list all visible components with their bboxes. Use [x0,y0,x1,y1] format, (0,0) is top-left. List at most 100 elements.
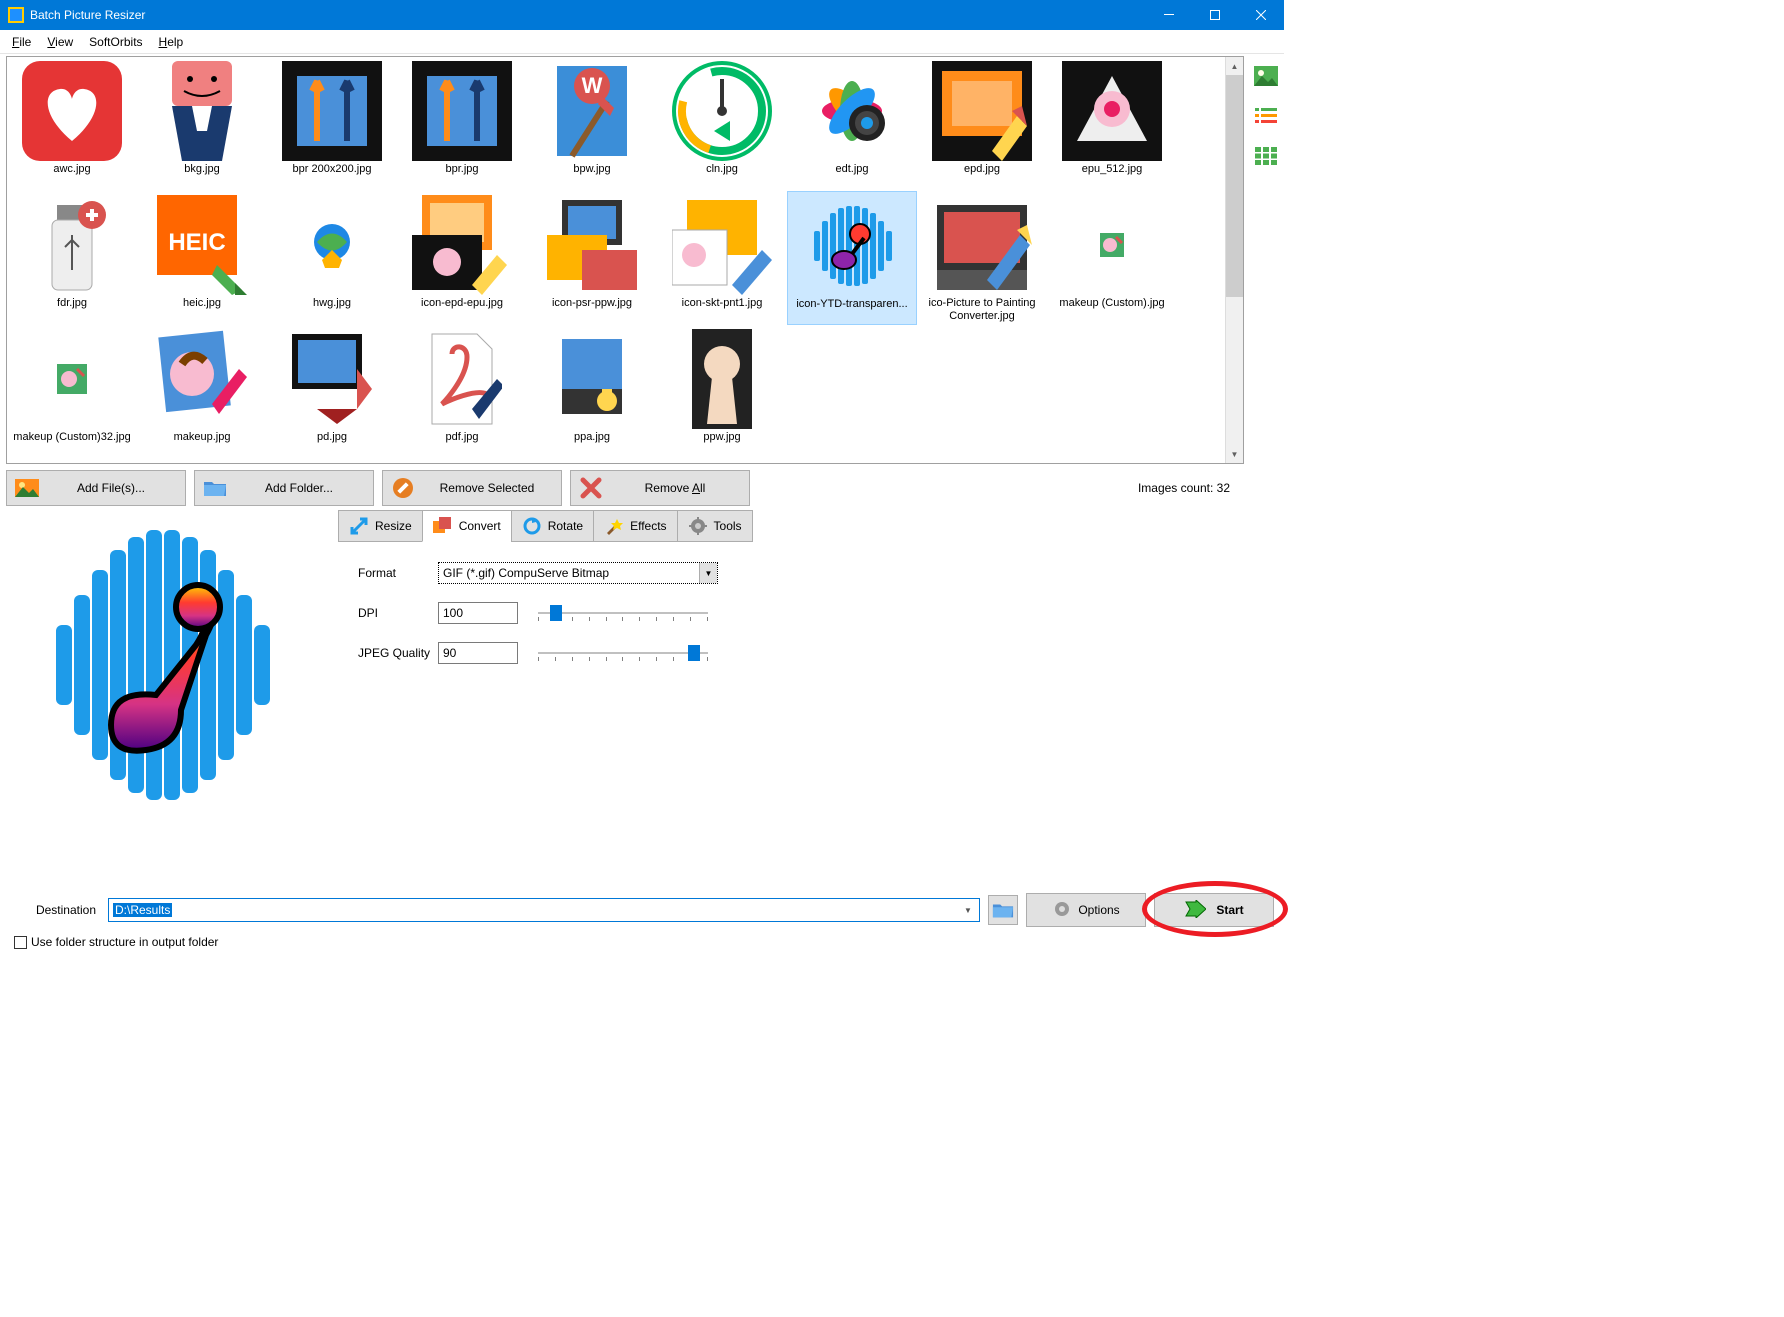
thumbnail-item[interactable]: awc.jpg [7,57,137,191]
app-icon [8,7,24,23]
scroll-up-button[interactable]: ▲ [1226,57,1243,75]
thumbnail-item[interactable]: cln.jpg [657,57,787,191]
image-icon [15,476,39,500]
thumbnail-label: hwg.jpg [313,297,351,310]
title-bar: Batch Picture Resizer [0,0,1284,30]
jpeg-quality-input[interactable]: 90 [438,642,518,664]
thumbnail-item[interactable]: HEICheic.jpg [137,191,267,325]
thumbnail-image [412,195,512,295]
thumbnail-image [802,196,902,296]
view-mode-buttons [1248,54,1284,820]
view-thumbnails-button[interactable] [1252,64,1280,88]
thumbnail-gallery[interactable]: awc.jpgbkg.jpgbpr 200x200.jpg bpr.jpg Wbpw… [6,56,1244,464]
thumbnail-image [282,329,382,429]
jpeg-quality-slider[interactable] [538,643,708,663]
thumbnail-item[interactable]: epu_512.jpg [1047,57,1177,191]
thumbnail-item[interactable]: edt.jpg [787,57,917,191]
thumbnail-label: pdf.jpg [445,431,478,444]
thumbnail-item[interactable]: fdr.jpg [7,191,137,325]
thumbnail-item[interactable]: icon-skt-pnt1.jpg [657,191,787,325]
remove-selected-label: Remove Selected [421,481,553,495]
rotate-icon [522,516,542,536]
tab-resize[interactable]: Resize [338,510,423,542]
thumbnail-item[interactable]: icon-YTD-transparen... [787,191,917,325]
start-button[interactable]: Start [1154,893,1274,927]
tab-resize-label: Resize [375,519,412,533]
window-title: Batch Picture Resizer [30,8,1146,22]
use-folder-structure-checkbox[interactable] [14,936,27,949]
tab-tools[interactable]: Tools [677,510,753,542]
thumbnail-image [152,61,252,161]
menu-file[interactable]: File [4,33,39,51]
start-arrow-icon [1184,900,1206,921]
thumbnail-item[interactable]: icon-psr-ppw.jpg [527,191,657,325]
start-label: Start [1216,903,1243,917]
thumbnail-item[interactable]: makeup (Custom)32.jpg [7,325,137,459]
close-button[interactable] [1238,0,1284,30]
tab-tools-label: Tools [714,519,742,533]
tab-effects[interactable]: Effects [593,510,677,542]
thumbnail-image [672,61,772,161]
remove-icon [391,476,415,500]
remove-all-button[interactable]: Remove All [570,470,750,506]
add-files-button[interactable]: Add File(s)... [6,470,186,506]
thumbnail-image [22,61,122,161]
thumbnail-item[interactable]: epd.jpg [917,57,1047,191]
add-folder-button[interactable]: Add Folder... [194,470,374,506]
thumbnail-item[interactable]: makeup.jpg [137,325,267,459]
minimize-button[interactable] [1146,0,1192,30]
thumbnail-image [1062,195,1162,295]
thumbnail-item[interactable]: ppa.jpg [527,325,657,459]
thumbnail-item[interactable]: icon-epd-epu.jpg [397,191,527,325]
thumbnail-item[interactable]: makeup (Custom).jpg [1047,191,1177,325]
menu-bar: File View SoftOrbits Help [0,30,1284,54]
svg-text:HEIC: HEIC [168,229,225,256]
convert-panel: Format GIF (*.gif) CompuServe Bitmap ▼ D… [338,542,1242,702]
dpi-input[interactable]: 100 [438,602,518,624]
tab-rotate[interactable]: Rotate [511,510,594,542]
scroll-down-button[interactable]: ▼ [1226,445,1243,463]
destination-input[interactable]: D:\Results ▼ [108,898,980,922]
bottom-bar: Destination D:\Results ▼ Options Start [0,893,1284,949]
menu-help[interactable]: Help [151,33,192,51]
thumbnail-item[interactable]: hwg.jpg [267,191,397,325]
thumbnail-image [152,329,252,429]
maximize-button[interactable] [1192,0,1238,30]
dpi-slider[interactable] [538,603,708,623]
thumbnail-item[interactable]: Wbpw.jpg [527,57,657,191]
dpi-slider-thumb[interactable] [550,605,562,621]
thumbnail-item[interactable]: bpr 200x200.jpg [267,57,397,191]
jpeg-slider-thumb[interactable] [688,645,700,661]
thumbnail-image [22,329,122,429]
thumbnail-item[interactable]: ico-Picture to Painting Converter.jpg [917,191,1047,325]
resize-icon [349,516,369,536]
thumbnail-image [542,329,642,429]
view-details-button[interactable] [1252,144,1280,168]
options-button[interactable]: Options [1026,893,1146,927]
thumbnail-image: HEIC [152,195,252,295]
destination-dropdown-icon[interactable]: ▼ [959,901,977,919]
scroll-thumb[interactable] [1226,75,1243,297]
gear-icon [1052,899,1072,922]
format-select[interactable]: GIF (*.gif) CompuServe Bitmap ▼ [438,562,718,584]
tabs-bar: Resize Convert Rotate [338,510,1242,542]
remove-selected-button[interactable]: Remove Selected [382,470,562,506]
settings-tabs-area: Resize Convert Rotate [338,510,1242,820]
thumbnail-image [672,195,772,295]
tab-convert[interactable]: Convert [422,510,512,542]
thumbnail-image [932,61,1032,161]
menu-view[interactable]: View [39,33,81,51]
view-list-button[interactable] [1252,104,1280,128]
thumbnail-item[interactable]: pdf.jpg [397,325,527,459]
browse-destination-button[interactable] [988,895,1018,925]
menu-softorbits[interactable]: SoftOrbits [81,33,150,51]
dropdown-icon[interactable]: ▼ [699,563,717,583]
thumbnail-item[interactable]: ppw.jpg [657,325,787,459]
gallery-scrollbar[interactable]: ▲ ▼ [1225,57,1243,463]
thumbnail-item[interactable]: bkg.jpg [137,57,267,191]
thumbnail-item[interactable]: bpr.jpg [397,57,527,191]
use-folder-structure-label: Use folder structure in output folder [31,935,218,949]
thumbnail-label: makeup.jpg [174,431,231,444]
thumbnail-label: bpr.jpg [445,163,478,176]
thumbnail-item[interactable]: pd.jpg [267,325,397,459]
